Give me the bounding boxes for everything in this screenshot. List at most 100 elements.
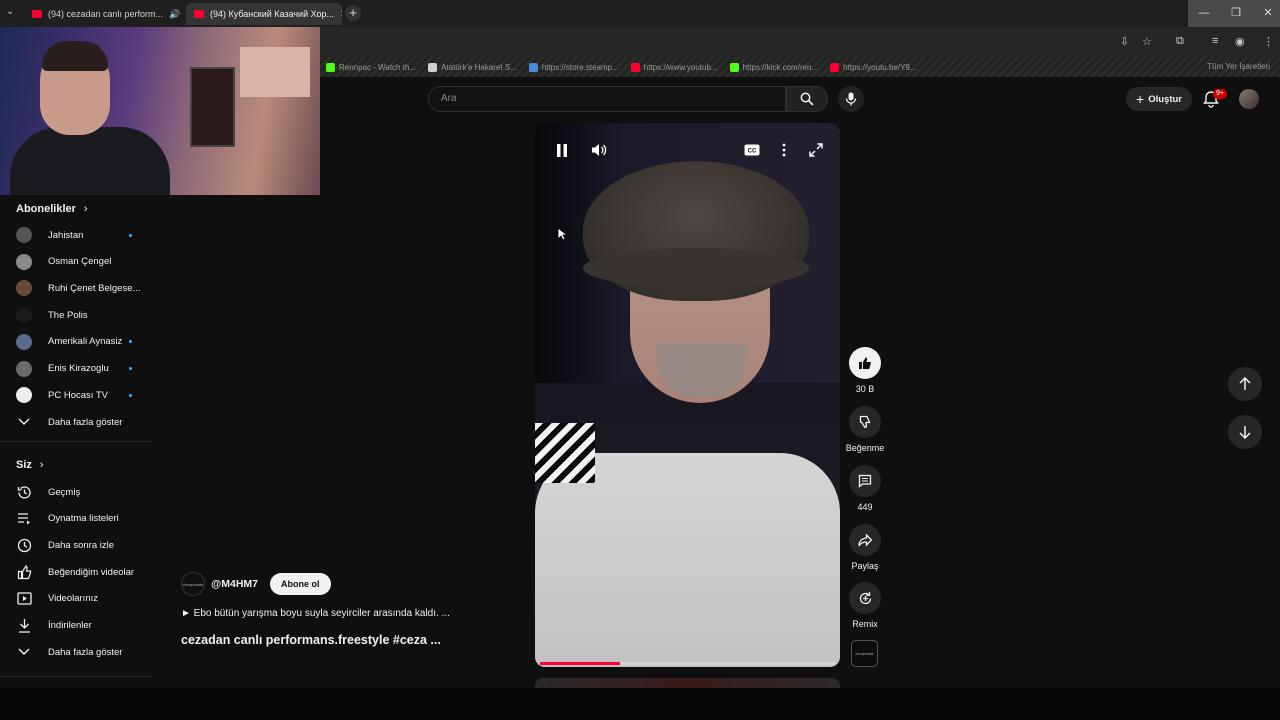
browser-tab-1[interactable]: (94) cezadan canlı perform... 🔊 ✕ [24,3,180,25]
restore-button[interactable]: ❐ [1220,0,1252,27]
chevron-right-icon: › [83,203,88,215]
pause-button[interactable] [554,142,570,158]
search-button[interactable] [786,86,828,112]
sidebar-item-playlists[interactable]: Oynatma listeleri [0,506,152,532]
webcam-person-hair [42,41,108,71]
subscription-item[interactable]: Osman Çengel [0,249,152,275]
sound-thumbnail[interactable]: ctrcapmade [851,640,878,667]
install-icon[interactable]: ⇩ [1120,35,1129,48]
next-short-button[interactable] [1228,415,1262,449]
bookmark-label: https://store.steamp... [541,62,619,72]
bookmark-label: https://www.youtub... [643,62,718,72]
subscriptions-header[interactable]: Abonelikler › [16,203,88,215]
captions-icon: CC [744,144,760,156]
voice-search-button[interactable] [838,86,864,112]
captions-button[interactable]: CC [744,142,760,158]
video-progress-bar[interactable] [540,662,835,665]
create-button[interactable]: + Oluştur [1126,87,1192,111]
sidebar: Abonelikler › Jahistan Osman Çengel Ruhi Ç… [0,195,152,678]
minimize-button[interactable]: — [1188,0,1220,27]
sidebar-item-label: Geçmiş [48,486,81,498]
bookmark-item[interactable]: Rennpac - Watch th... [326,62,416,72]
bookmark-item[interactable]: https://kick.com/ren... [729,62,818,72]
like-count: 30 B [855,384,875,394]
bookmark-star-icon[interactable]: ☆ [1142,35,1152,48]
tab-search-icon[interactable]: ⌄ [6,6,14,17]
more-vertical-icon [782,143,786,157]
bookmark-favicon-icon [528,62,538,72]
search-input[interactable]: Ara [428,86,786,112]
subscription-item[interactable]: Ruhi Çenet Belgese... [0,275,152,301]
show-more-label: Daha fazla göster [48,416,123,428]
thumbs-down-icon [859,415,871,429]
fullscreen-button[interactable] [808,142,824,158]
bookmark-label: https://youtu.be/Y9... [843,62,917,72]
sidebar-item-watch-later[interactable]: Daha sonra izle [0,532,152,558]
channel-avatar [16,253,32,270]
plus-icon: + [1136,91,1145,107]
subscription-label: Enis Kirazoglu [48,363,109,374]
browser-menu-icon[interactable]: ⋮ [1263,35,1274,48]
bookmark-favicon-icon [630,62,640,72]
more-options-button[interactable] [776,142,792,158]
subscription-item[interactable]: The Polis [0,302,152,328]
all-bookmarks-link[interactable]: Tüm Yer İşaretleri [1207,62,1270,71]
show-more-you[interactable]: Daha fazla göster [0,639,152,665]
video-title[interactable]: cezadan canlı performans.freestyle #ceza… [181,633,441,647]
thumbs-up-icon [859,357,871,369]
sidebar-item-your-videos[interactable]: Videolarınız [0,586,152,612]
browser-tab-2[interactable]: (94) Кубанский Казачий Хор... ✕ [186,3,342,25]
create-label: Oluştur [1148,93,1182,105]
you-header[interactable]: Siz › [16,459,44,471]
tab-title: (94) Кубанский Казачий Хор... [210,9,335,19]
subscription-item[interactable]: Jahistan [0,222,152,248]
profile-icon[interactable]: ◉ [1235,35,1245,48]
video-description[interactable]: ► Ebo bütün yarışma boyu suyla seyircile… [181,608,450,619]
bookmark-item[interactable]: Atatürk'e Hakaret S... [428,62,517,72]
remix-button[interactable] [849,582,881,614]
previous-short-button[interactable] [1228,367,1262,401]
share-label: Paylaş [851,561,879,571]
close-tab-icon[interactable]: ✕ [340,9,342,20]
comments-button[interactable] [849,465,881,497]
extensions-icon[interactable]: ⧉ [1176,35,1184,48]
sidebar-item-label: İndirilenler [48,620,92,631]
comments-action: 449 [845,465,885,512]
channel-avatar[interactable]: ctrcapmade [181,572,205,596]
subscribe-button[interactable]: Abone ol [270,573,331,595]
sidebar-item-downloads[interactable]: İndirilenler [0,613,152,639]
arrow-down-icon [1239,426,1251,439]
account-avatar[interactable] [1239,89,1259,109]
dislike-button[interactable] [849,406,881,438]
sidebar-item-label: Videolarınız [48,593,98,605]
bookmark-favicon-icon [830,62,840,72]
your-videos-icon [16,591,32,607]
bookmark-favicon-icon [326,62,335,72]
dislike-action: Beğenme [845,406,885,453]
short-video-player[interactable]: CC [535,123,840,667]
channel-avatar [16,307,32,324]
svg-text:CC: CC [748,149,757,155]
share-button[interactable] [849,524,881,556]
bookmark-item[interactable]: https://youtu.be/Y9... [830,62,917,72]
subscription-item[interactable]: Amerikali Aynasiz [0,329,152,355]
subscription-item[interactable]: Enis Kirazoglu [0,356,152,382]
playlists-icon [16,511,32,527]
sidebar-item-history[interactable]: Geçmiş [0,479,152,505]
sidebar-item-liked-videos[interactable]: Beğendiğim videolar [0,559,152,585]
new-tab-button[interactable]: + [345,5,361,21]
speaker-icon[interactable]: 🔊 [169,9,180,20]
channel-avatar [16,387,32,404]
like-button[interactable] [849,347,881,379]
close-window-button[interactable]: ✕ [1252,0,1280,27]
subscription-item[interactable]: PC Hocası TV [0,382,152,408]
bookmark-item[interactable]: https://www.youtub... [630,62,718,72]
channel-name[interactable]: @M4HM7 [211,578,258,590]
video-shirt [535,453,840,667]
bookmark-item[interactable]: https://store.steamp... [528,62,619,72]
reading-list-icon[interactable]: ≡ [1212,35,1218,47]
show-more-subscriptions[interactable]: Daha fazla göster [0,409,152,435]
channel-avatar [16,227,32,243]
downloads-icon [16,618,32,634]
volume-button[interactable] [591,142,607,158]
